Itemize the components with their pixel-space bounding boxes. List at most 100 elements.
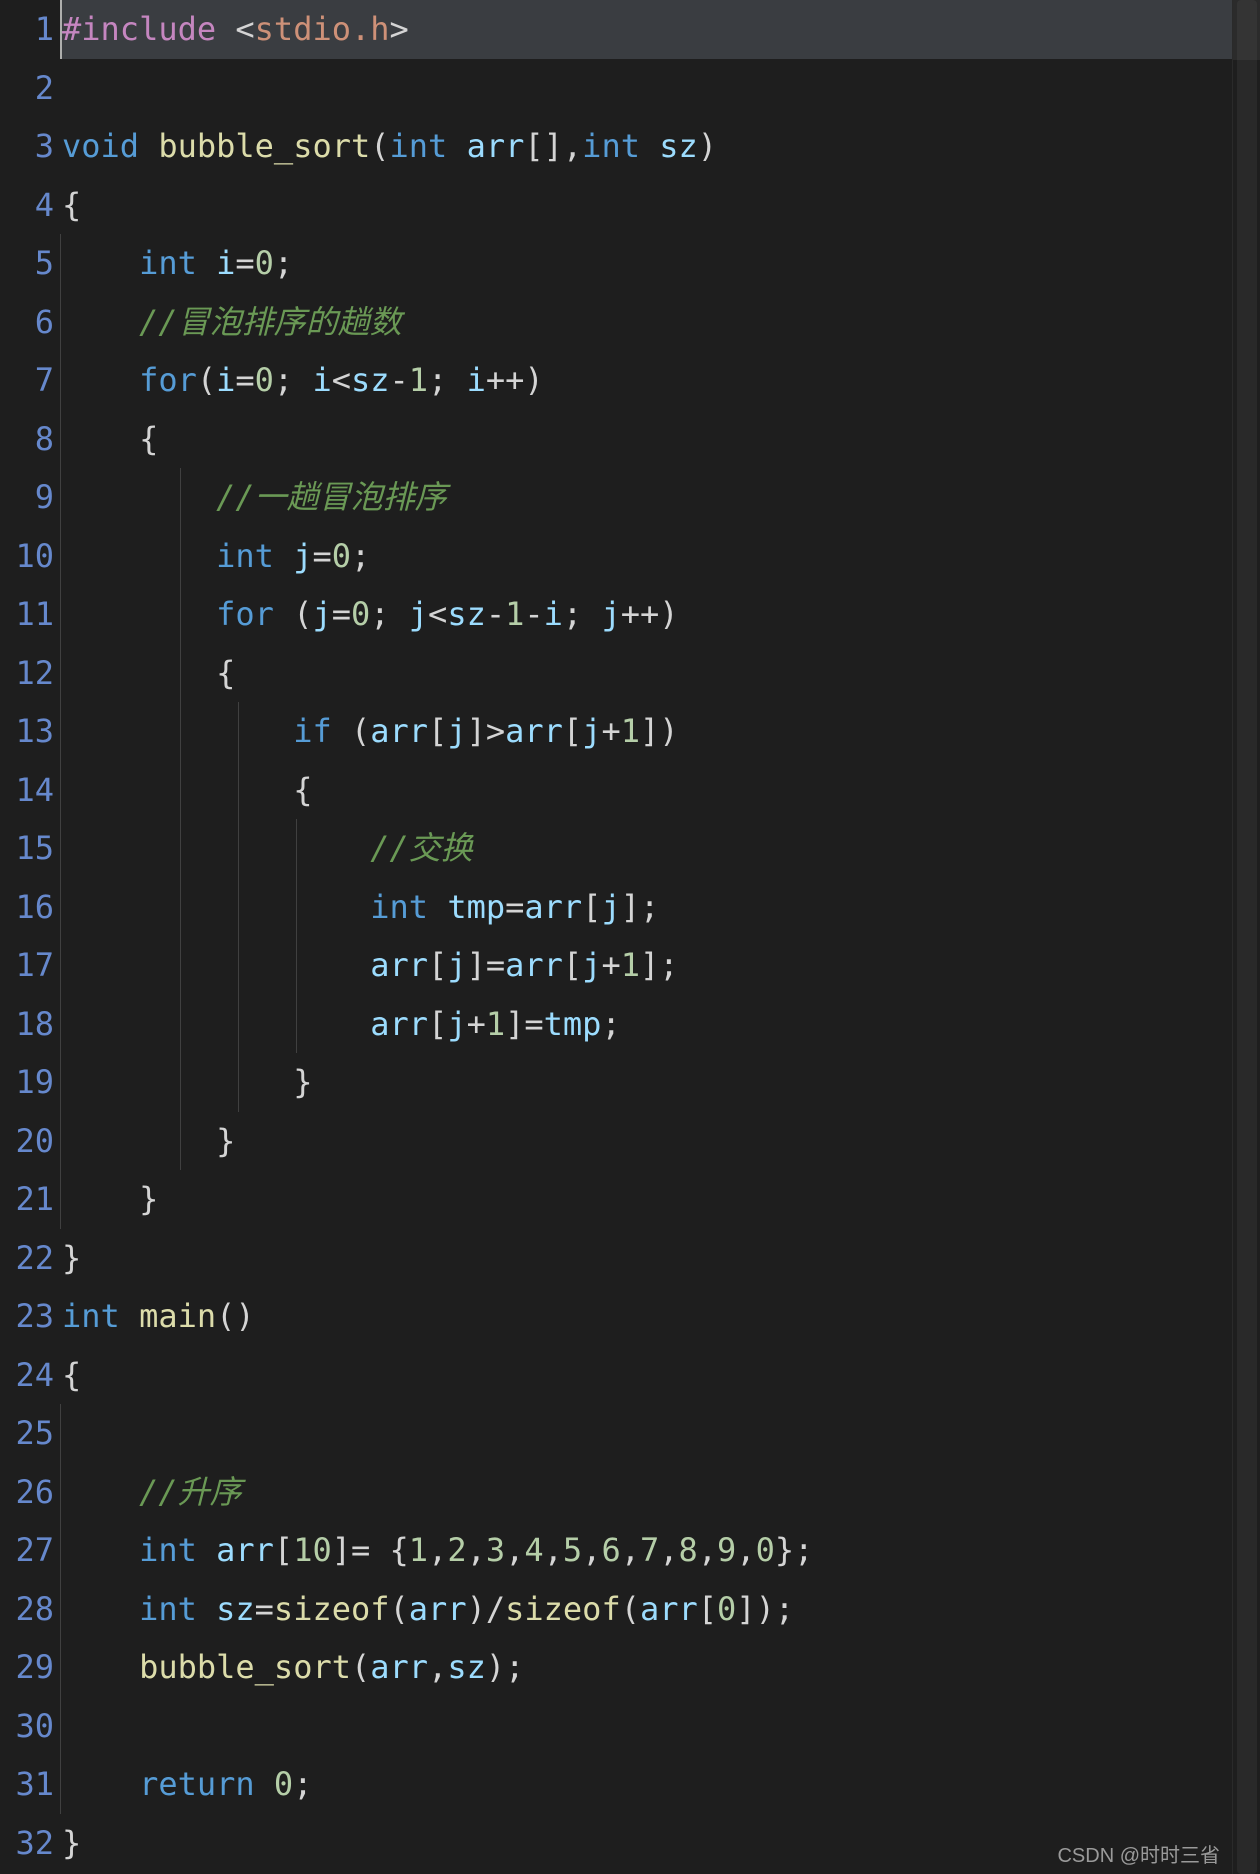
- code-line[interactable]: }: [60, 1814, 1232, 1873]
- code-line[interactable]: int i=0;: [60, 234, 1232, 293]
- indent-guide: [296, 819, 297, 878]
- indent-guide: [60, 936, 61, 995]
- code-line[interactable]: //升序: [60, 1463, 1232, 1522]
- indent-guide: [180, 585, 181, 644]
- line-number-gutter: 1234567891011121314151617181920212223242…: [0, 0, 60, 1874]
- indent-guide: [60, 1112, 61, 1171]
- code-line[interactable]: }: [60, 1112, 1232, 1171]
- code-line[interactable]: #include <stdio.h>: [60, 0, 1232, 59]
- code-line[interactable]: int tmp=arr[j];: [60, 878, 1232, 937]
- line-number: 1: [0, 0, 60, 59]
- code-line[interactable]: for (j=0; j<sz-1-i; j++): [60, 585, 1232, 644]
- code-line[interactable]: //冒泡排序的趟数: [60, 293, 1232, 352]
- line-number: 17: [0, 936, 60, 995]
- indent-guide: [60, 1521, 61, 1580]
- indent-guide: [60, 1697, 61, 1756]
- indent-guide: [60, 410, 61, 469]
- indent-guide: [180, 995, 181, 1054]
- code-line[interactable]: }: [60, 1170, 1232, 1229]
- minimap[interactable]: [1232, 0, 1260, 1874]
- line-number: 19: [0, 1053, 60, 1112]
- code-line[interactable]: {: [60, 644, 1232, 703]
- indent-guide: [238, 995, 239, 1054]
- line-number: 27: [0, 1521, 60, 1580]
- code-line[interactable]: {: [60, 1346, 1232, 1405]
- indent-guide: [60, 293, 61, 352]
- line-number: 4: [0, 176, 60, 235]
- indent-guide: [296, 878, 297, 937]
- indent-guide: [180, 936, 181, 995]
- code-line[interactable]: arr[j]=arr[j+1];: [60, 936, 1232, 995]
- code-line[interactable]: int arr[10]= {1,2,3,4,5,6,7,8,9,0};: [60, 1521, 1232, 1580]
- watermark-text: CSDN @时时三省: [1057, 1839, 1220, 1868]
- indent-guide: [60, 878, 61, 937]
- indent-guide: [60, 234, 61, 293]
- code-line[interactable]: }: [60, 1053, 1232, 1112]
- indent-guide: [60, 644, 61, 703]
- code-line[interactable]: [60, 1404, 1232, 1463]
- code-line[interactable]: [60, 59, 1232, 118]
- line-number: 32: [0, 1814, 60, 1873]
- indent-guide: [180, 644, 181, 703]
- code-line[interactable]: //交换: [60, 819, 1232, 878]
- line-number: 18: [0, 995, 60, 1054]
- indent-guide: [180, 878, 181, 937]
- line-number: 30: [0, 1697, 60, 1756]
- minimap-thumb[interactable]: [1237, 0, 1257, 1874]
- line-number: 7: [0, 351, 60, 410]
- line-number: 29: [0, 1638, 60, 1697]
- code-line[interactable]: {: [60, 410, 1232, 469]
- line-number: 6: [0, 293, 60, 352]
- line-number: 9: [0, 468, 60, 527]
- line-number: 14: [0, 761, 60, 820]
- code-line[interactable]: [60, 1697, 1232, 1756]
- indent-guide: [238, 1053, 239, 1112]
- code-line[interactable]: }: [60, 1229, 1232, 1288]
- line-number: 15: [0, 819, 60, 878]
- code-line[interactable]: int main(): [60, 1287, 1232, 1346]
- indent-guide: [180, 702, 181, 761]
- indent-guide: [60, 1638, 61, 1697]
- line-number: 31: [0, 1755, 60, 1814]
- indent-guide: [296, 995, 297, 1054]
- line-number: 2: [0, 59, 60, 118]
- indent-guide: [60, 1404, 61, 1463]
- code-line[interactable]: {: [60, 176, 1232, 235]
- code-editor[interactable]: 1234567891011121314151617181920212223242…: [0, 0, 1260, 1874]
- indent-guide: [60, 995, 61, 1054]
- indent-guide: [60, 761, 61, 820]
- indent-guide: [296, 936, 297, 995]
- indent-guide: [60, 1170, 61, 1229]
- indent-guide: [60, 1755, 61, 1814]
- line-number: 12: [0, 644, 60, 703]
- line-number: 8: [0, 410, 60, 469]
- code-line[interactable]: if (arr[j]>arr[j+1]): [60, 702, 1232, 761]
- indent-guide: [238, 878, 239, 937]
- indent-guide: [60, 702, 61, 761]
- code-line[interactable]: return 0;: [60, 1755, 1232, 1814]
- line-number: 3: [0, 117, 60, 176]
- line-number: 10: [0, 527, 60, 586]
- line-number: 23: [0, 1287, 60, 1346]
- code-line[interactable]: int sz=sizeof(arr)/sizeof(arr[0]);: [60, 1580, 1232, 1639]
- code-line[interactable]: for(i=0; i<sz-1; i++): [60, 351, 1232, 410]
- indent-guide: [60, 1053, 61, 1112]
- code-line[interactable]: bubble_sort(arr,sz);: [60, 1638, 1232, 1697]
- indent-guide: [238, 936, 239, 995]
- code-area[interactable]: #include <stdio.h> void bubble_sort(int a…: [60, 0, 1232, 1874]
- indent-guide: [180, 1053, 181, 1112]
- indent-guide: [180, 1112, 181, 1171]
- code-line[interactable]: arr[j+1]=tmp;: [60, 995, 1232, 1054]
- line-number: 21: [0, 1170, 60, 1229]
- indent-guide: [60, 351, 61, 410]
- line-number: 24: [0, 1346, 60, 1405]
- indent-guide: [60, 527, 61, 586]
- code-line[interactable]: void bubble_sort(int arr[],int sz): [60, 117, 1232, 176]
- line-number: 26: [0, 1463, 60, 1522]
- code-line[interactable]: int j=0;: [60, 527, 1232, 586]
- code-line[interactable]: //一趟冒泡排序: [60, 468, 1232, 527]
- line-number: 20: [0, 1112, 60, 1171]
- line-number: 13: [0, 702, 60, 761]
- code-line[interactable]: {: [60, 761, 1232, 820]
- indent-guide: [180, 761, 181, 820]
